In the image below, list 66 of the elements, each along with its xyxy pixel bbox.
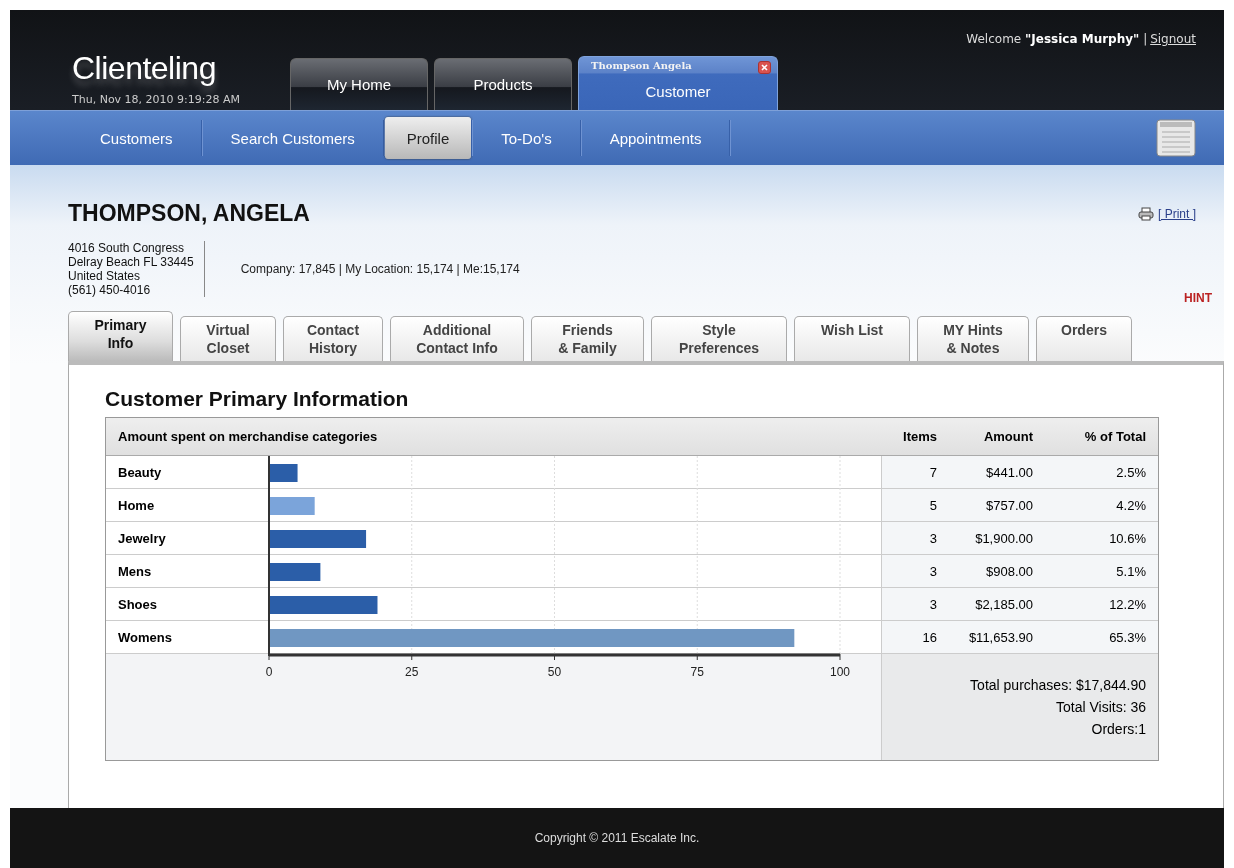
tab-subtitle: Thompson Angela: [591, 60, 692, 71]
table-cell: 3: [881, 588, 941, 621]
table-cell: 5: [881, 489, 941, 522]
table-cell: $1,900.00: [941, 522, 1037, 555]
hint-label: HINT: [1184, 291, 1212, 305]
table-cell: 10.6%: [1037, 522, 1158, 555]
copyright-text: Copyright © 2011 Escalate Inc.: [534, 831, 700, 845]
table-cell: 3: [881, 522, 941, 555]
profile-tab[interactable]: Additional Contact Info: [390, 316, 524, 361]
customer-name: THOMPSON, ANGELA: [68, 200, 310, 227]
profile-tab[interactable]: MY Hints & Notes: [917, 316, 1029, 361]
table-cell: 7: [881, 456, 941, 489]
section-title: Customer Primary Information: [105, 387, 410, 411]
address-line: Delray Beach FL 33445: [68, 255, 194, 269]
nav-item[interactable]: Customers: [72, 117, 201, 159]
axis-tick-label: 100: [830, 665, 850, 679]
column-header: Items: [881, 418, 941, 456]
profile-tab[interactable]: Virtual Closet: [180, 316, 276, 361]
table-cell: $11,653.90: [941, 621, 1037, 654]
table-cell: $908.00: [941, 555, 1037, 588]
nav-item[interactable]: Appointments: [581, 117, 730, 159]
table-cell: 5.1%: [1037, 555, 1158, 588]
address-line: 4016 South Congress: [68, 241, 186, 255]
table-cell: $2,185.00: [941, 588, 1037, 621]
app-tab[interactable]: Products: [434, 58, 572, 110]
address-line: (561) 450-4016: [68, 283, 152, 297]
axis-tick-label: 75: [690, 665, 704, 679]
app-tab[interactable]: Thompson Angela Customer: [578, 56, 778, 110]
date-time: Thu, Nov 18, 2010 9:19:28 AM: [72, 93, 242, 106]
profile-tab[interactable]: Style Preferences: [651, 316, 787, 361]
table-cell: 12.2%: [1037, 588, 1158, 621]
axis-tick-label: 25: [405, 665, 419, 679]
nav-item[interactable]: Search Customers: [202, 117, 383, 159]
app-logo: Clienteling: [72, 50, 217, 87]
axis-tick-label: 50: [547, 665, 562, 679]
column-header: % of Total: [1037, 418, 1158, 456]
nav-item[interactable]: Profile: [384, 117, 472, 159]
table-heading: Amount spent on merchandise categories: [106, 418, 881, 456]
nav-item[interactable]: To-Do's: [473, 117, 580, 159]
profile-tab[interactable]: Friends & Family: [531, 316, 644, 361]
profile-tab[interactable]: Orders: [1036, 316, 1132, 361]
printer-icon: [1138, 206, 1154, 221]
total-text: Total Visits: 36: [1056, 698, 1146, 717]
app-tab[interactable]: My Home: [290, 58, 428, 110]
profile-tab[interactable]: Wish List: [794, 316, 910, 361]
notepad-icon[interactable]: [1156, 118, 1196, 158]
profile-tab[interactable]: Primary Info: [68, 311, 173, 361]
table-cell: 2.5%: [1037, 456, 1158, 489]
close-button[interactable]: [758, 61, 771, 74]
table-cell: $441.00: [941, 456, 1037, 489]
axis-tick-label: 0: [265, 665, 273, 679]
table-cell: $757.00: [941, 489, 1037, 522]
close-icon: [761, 64, 768, 71]
table-cell: 3: [881, 555, 941, 588]
customer-counts: Company: 17,845 | My Location: 15,174 | Me:15,174: [240, 262, 520, 276]
welcome-text: Welcome "Jessica Murphy" |: [966, 32, 1148, 46]
address-line: United States: [68, 269, 142, 283]
signout-link[interactable]: Signout: [1150, 32, 1196, 46]
table-cell: 16: [881, 621, 941, 654]
print-link[interactable]: [ Print ]: [1138, 206, 1196, 221]
total-text: Total purchases: $17,844.90: [970, 676, 1146, 695]
table-cell: 4.2%: [1037, 489, 1158, 522]
profile-tab[interactable]: Contact History: [283, 316, 383, 361]
total-text: Orders:1: [1091, 720, 1146, 739]
table-cell: 65.3%: [1037, 621, 1158, 654]
column-header: Amount: [941, 418, 1037, 456]
